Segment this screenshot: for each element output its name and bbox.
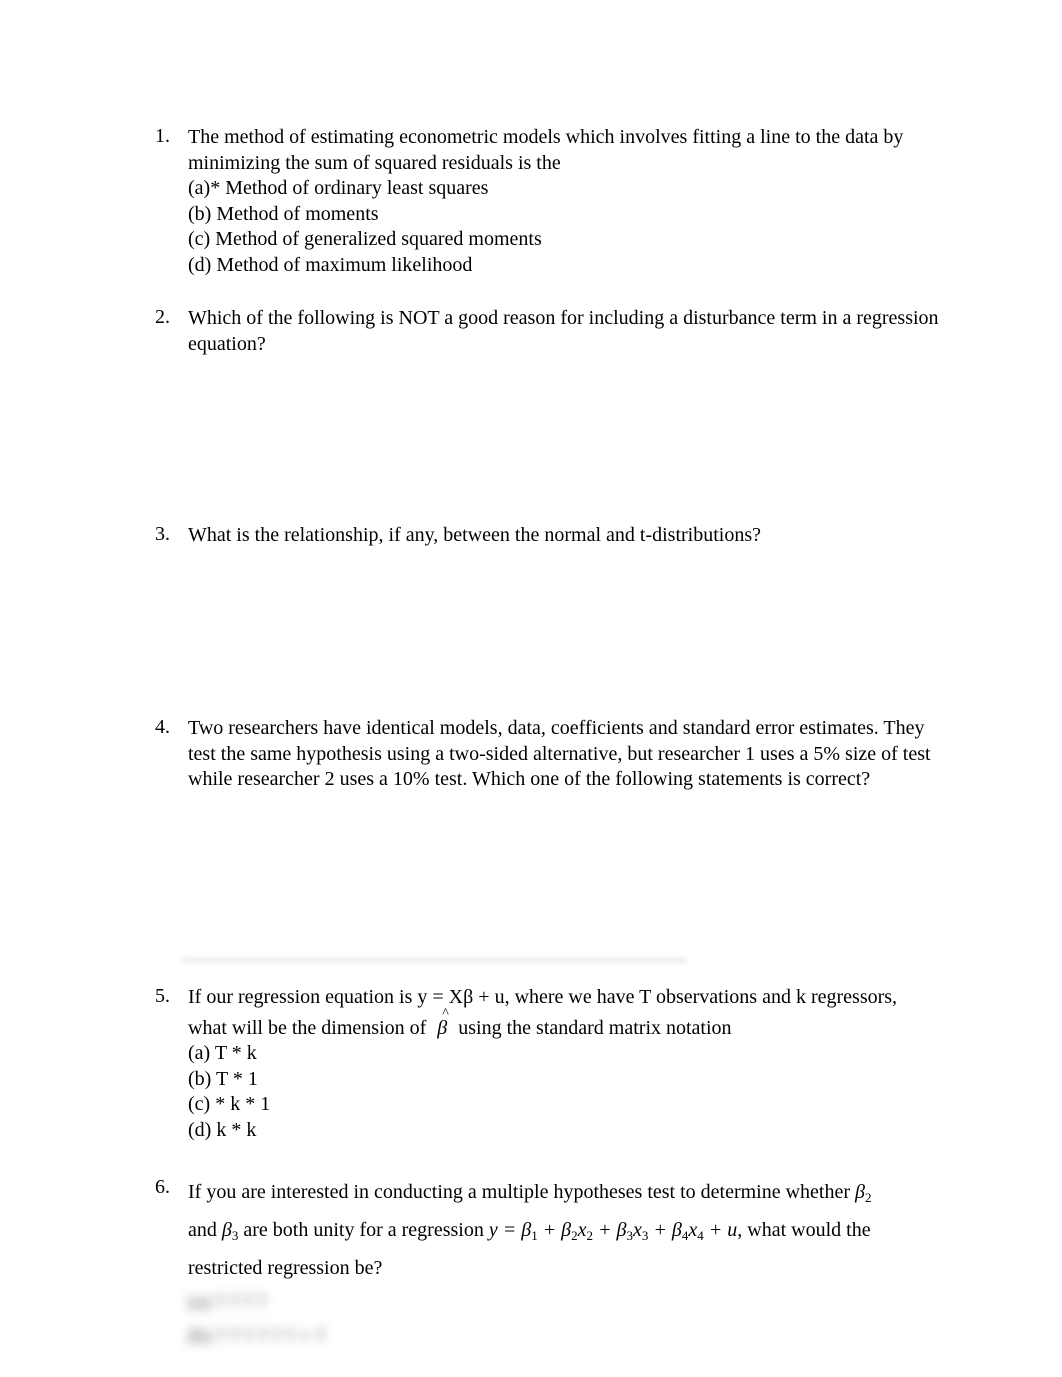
question-2: 2. Which of the following is NOT a good …	[155, 306, 945, 357]
question-number: 6.	[155, 1176, 170, 1198]
question-number: 5.	[155, 985, 170, 1007]
question-number: 3.	[155, 523, 170, 545]
question-number: 1.	[155, 125, 170, 147]
question-text-pre: If you are interested in conducting a mu…	[188, 1181, 851, 1203]
question-text-line1: If our regression equation is y = Xβ + u…	[188, 986, 898, 1008]
question-text: Two researchers have identical models, d…	[188, 717, 931, 790]
and-text: and	[188, 1219, 217, 1241]
question-text: What is the relationship, if any, betwee…	[188, 524, 761, 546]
question-text-line2-post: using the standard matrix notation	[458, 1016, 732, 1039]
beta-hat-symbol: β	[437, 1001, 449, 1042]
page-divider	[182, 958, 687, 964]
option-d: (d) k * k	[188, 1118, 257, 1141]
question-text: Which of the following is NOT a good rea…	[188, 307, 939, 355]
question-text-post: , what would the	[737, 1219, 871, 1241]
blurred-option-b: (b) ? ? ? ? ? ? + ?	[188, 1325, 325, 1347]
beta2-symbol: β2	[855, 1181, 872, 1205]
question-text-mid: are both unity for a regression	[243, 1219, 484, 1241]
question-6: 6. If you are interested in conducting a…	[155, 1176, 945, 1353]
question-4: 4. Two researchers have identical models…	[155, 716, 945, 793]
question-5: 5. If our regression equation is y = Xβ …	[155, 985, 945, 1143]
option-b: (b) T * 1	[188, 1067, 258, 1090]
option-a: (a)* Method of ordinary least squares	[188, 177, 489, 199]
question-3: 3. What is the relationship, if any, bet…	[155, 523, 945, 549]
question-text: The method of estimating econometric mod…	[188, 126, 904, 174]
blurred-option-a: (a) ? ? ? ?	[188, 1291, 266, 1313]
question-number: 4.	[155, 716, 170, 738]
option-b: (b) Method of moments	[188, 202, 379, 225]
question-text-line2-pre: what will be the dimension of	[188, 1016, 427, 1039]
question-text-line3: restricted regression be?	[188, 1257, 383, 1279]
regression-equation: y = β1 + β2x2 + β3x3 + β4x4 + u	[488, 1219, 738, 1243]
beta3-symbol: β3	[221, 1219, 239, 1243]
option-c: (c) Method of generalized squared moment…	[188, 228, 542, 250]
option-c: (c) * k * 1	[188, 1093, 271, 1115]
question-number: 2.	[155, 306, 170, 328]
option-a: (a) T * k	[188, 1042, 257, 1064]
question-1: 1. The method of estimating econometric …	[155, 125, 945, 278]
option-d: (d) Method of maximum likelihood	[188, 253, 473, 276]
